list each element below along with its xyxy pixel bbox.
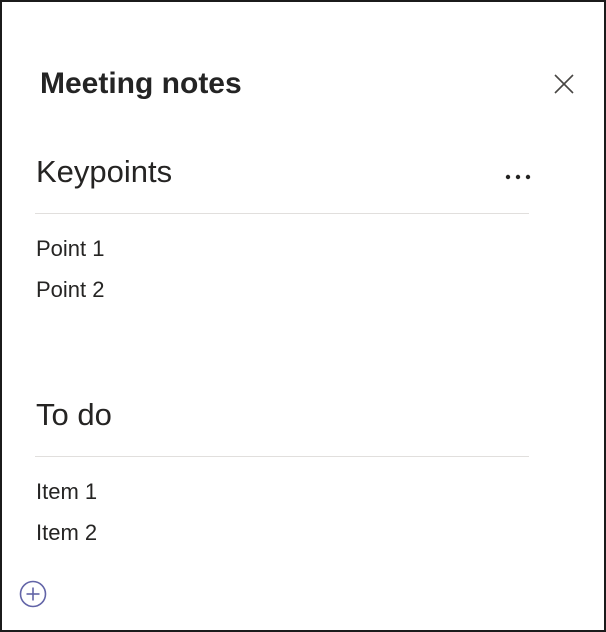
list-item[interactable]: Item 2 bbox=[36, 518, 97, 559]
section-title-todo: To do bbox=[36, 397, 112, 432]
add-circle-icon bbox=[19, 580, 47, 608]
section-divider bbox=[35, 213, 529, 214]
meeting-notes-panel: Meeting notes Keypoints Point 1 Point 2 … bbox=[0, 0, 606, 632]
section-divider bbox=[35, 456, 529, 457]
list-item[interactable]: Point 1 bbox=[36, 234, 105, 275]
list-item[interactable]: Item 1 bbox=[36, 477, 97, 518]
todo-list: Item 1 Item 2 bbox=[36, 477, 97, 559]
section-title-keypoints: Keypoints bbox=[36, 154, 173, 189]
more-horizontal-icon bbox=[505, 174, 531, 180]
more-options-button[interactable] bbox=[498, 162, 538, 192]
add-section-button[interactable] bbox=[18, 579, 48, 609]
close-icon bbox=[554, 74, 574, 94]
list-item[interactable]: Point 2 bbox=[36, 275, 105, 316]
close-button[interactable] bbox=[548, 68, 580, 100]
panel-title: Meeting notes bbox=[40, 67, 242, 100]
keypoints-list: Point 1 Point 2 bbox=[36, 234, 105, 316]
